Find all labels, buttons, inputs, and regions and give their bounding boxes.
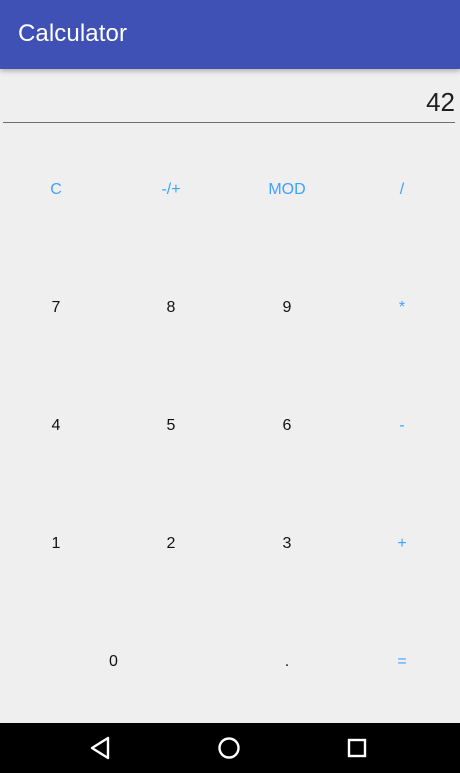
app-bar: Calculator [0, 0, 460, 69]
home-icon [218, 737, 240, 759]
recent-apps-icon [347, 738, 367, 758]
home-button[interactable] [210, 729, 248, 767]
multiply-button[interactable]: * [346, 252, 458, 364]
calculator-keypad: C -/+ MOD / 7 8 9 * 4 5 6 - 1 2 3 + 0 . … [0, 134, 460, 722]
calculator-app: Calculator 42 C -/+ MOD / 7 8 9 * 4 5 6 … [0, 0, 460, 773]
back-button[interactable] [81, 729, 119, 767]
digit-five-button[interactable]: 5 [115, 370, 227, 482]
digit-two-button[interactable]: 2 [115, 488, 227, 600]
decimal-button[interactable]: . [231, 606, 343, 718]
recent-apps-button[interactable] [338, 729, 376, 767]
calculator-display: 42 [3, 82, 455, 123]
subtract-button[interactable]: - [346, 370, 458, 482]
equals-button[interactable]: = [346, 606, 458, 718]
display-value: 42 [426, 87, 455, 117]
back-icon [90, 736, 110, 760]
app-title: Calculator [18, 20, 128, 47]
digit-nine-button[interactable]: 9 [231, 252, 343, 364]
digit-one-button[interactable]: 1 [0, 488, 112, 600]
sign-toggle-button[interactable]: -/+ [115, 134, 227, 246]
add-button[interactable]: + [346, 488, 458, 600]
digit-seven-button[interactable]: 7 [0, 252, 112, 364]
divide-button[interactable]: / [346, 134, 458, 246]
digit-eight-button[interactable]: 8 [115, 252, 227, 364]
digit-zero-button[interactable]: 0 [0, 606, 227, 718]
digit-three-button[interactable]: 3 [231, 488, 343, 600]
digit-four-button[interactable]: 4 [0, 370, 112, 482]
mod-button[interactable]: MOD [231, 134, 343, 246]
android-navigation-bar [0, 723, 460, 773]
clear-button[interactable]: C [0, 134, 112, 246]
digit-six-button[interactable]: 6 [231, 370, 343, 482]
